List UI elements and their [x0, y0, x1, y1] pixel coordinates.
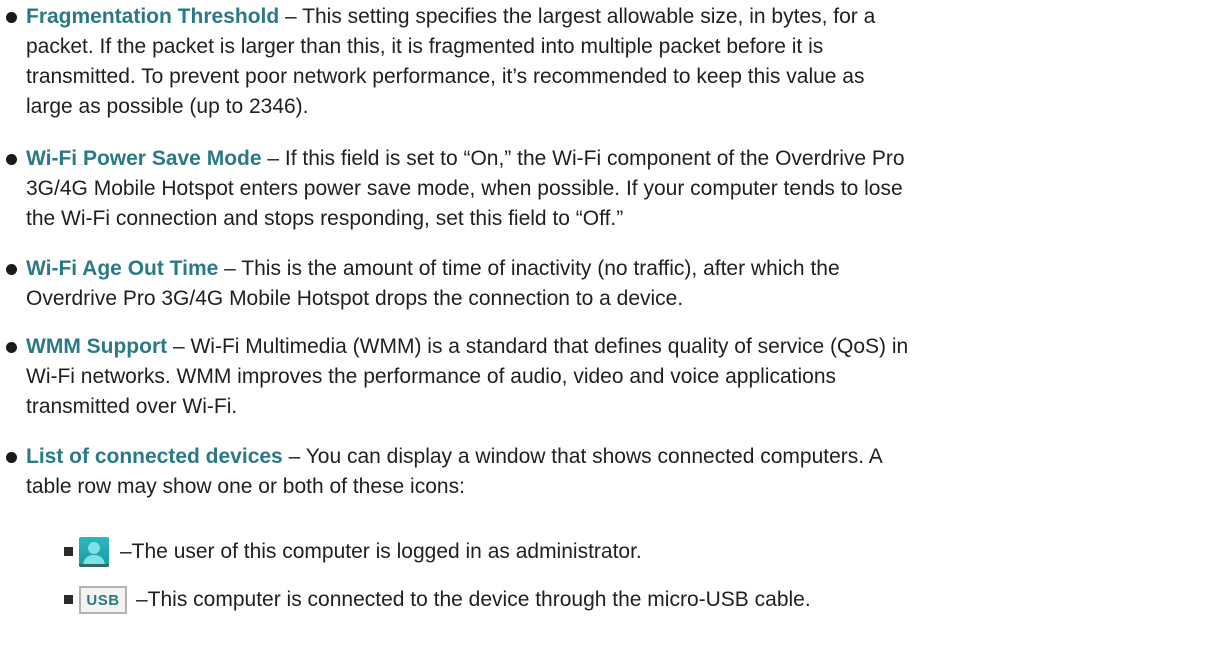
description-line: large as possible (up to 2346). — [26, 95, 309, 118]
bullet-icon — [6, 154, 17, 165]
square-bullet-icon — [64, 595, 73, 604]
item-text: Wi-Fi Power Save Mode – If this field is… — [26, 144, 1186, 234]
item-text: List of connected devices – You can disp… — [26, 442, 1186, 502]
description-line: – This setting specifies the largest all… — [279, 5, 876, 28]
description-line: transmitted over Wi-Fi. — [26, 395, 238, 418]
square-bullet-icon — [64, 547, 73, 556]
description-line: – This is the amount of time of inactivi… — [218, 257, 840, 280]
term-label: Fragmentation Threshold — [26, 5, 280, 28]
description-line: Wi-Fi networks. WMM improves the perform… — [26, 365, 836, 388]
description-line: packet. If the packet is larger than thi… — [26, 35, 824, 58]
usb-icon-label: USB — [86, 591, 120, 609]
description-line: 3G/4G Mobile Hotspot enters power save m… — [26, 177, 903, 200]
bullet-icon — [6, 264, 17, 275]
description-line: the Wi-Fi connection and stops respondin… — [26, 207, 624, 230]
sub-item-text: –The user of this computer is logged in … — [120, 540, 642, 563]
sub-item-admin: –The user of this computer is logged in … — [0, 534, 1206, 570]
bullet-icon — [6, 12, 17, 23]
term-label: Wi-Fi Age Out Time — [26, 257, 219, 280]
admin-user-icon — [79, 537, 109, 567]
description-line: – You can display a window that shows co… — [282, 445, 883, 468]
item-text: Wi-Fi Age Out Time – This is the amount … — [26, 254, 1186, 314]
description-line: – If this field is set to “On,” the Wi-F… — [261, 147, 905, 170]
term-label: WMM Support — [26, 335, 168, 358]
description-line: table row may show one or both of these … — [26, 475, 465, 498]
term-label: Wi-Fi Power Save Mode — [26, 147, 262, 170]
item-text: WMM Support – Wi-Fi Multimedia (WMM) is … — [26, 332, 1186, 422]
description-line: – Wi-Fi Multimedia (WMM) is a standard t… — [167, 335, 909, 358]
item-text: Fragmentation Threshold – This setting s… — [26, 2, 1186, 122]
description-line: transmitted. To prevent poor network per… — [26, 65, 865, 88]
sub-item-usb: USB –This computer is connected to the d… — [0, 582, 1206, 618]
sub-item-text: –This computer is connected to the devic… — [136, 588, 811, 611]
usb-icon: USB — [79, 586, 127, 614]
bullet-icon — [6, 342, 17, 353]
term-label: List of connected devices — [26, 445, 283, 468]
bullet-icon — [6, 452, 17, 463]
description-line: Overdrive Pro 3G/4G Mobile Hotspot drops… — [26, 287, 684, 310]
